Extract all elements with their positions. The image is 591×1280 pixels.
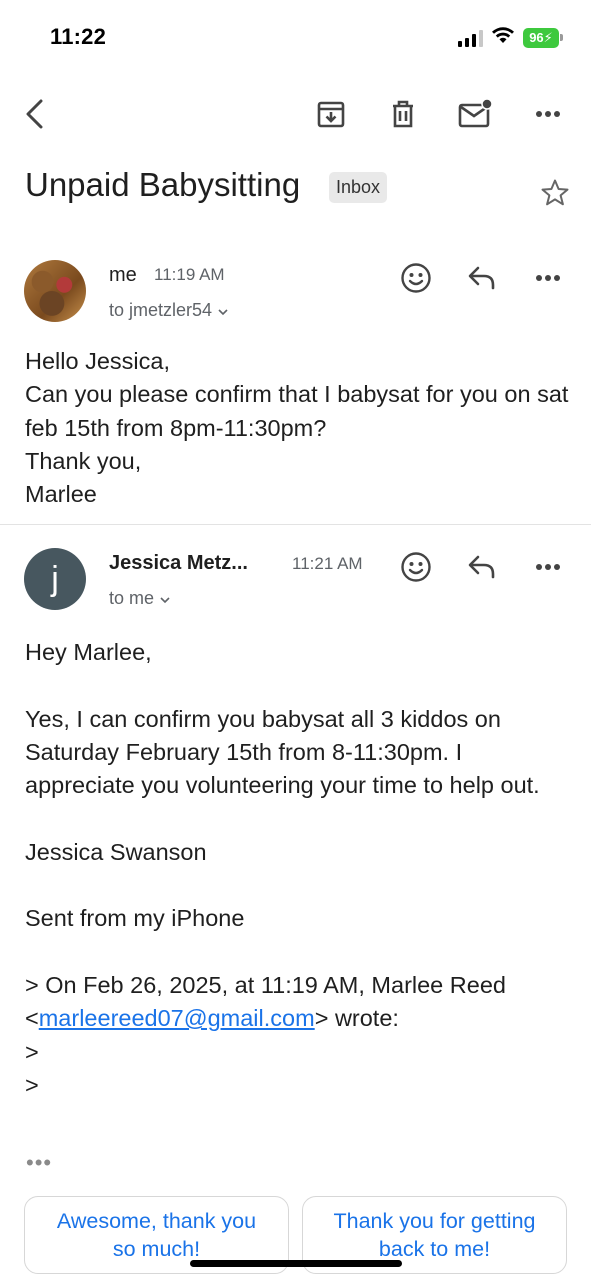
avatar[interactable]: j bbox=[24, 548, 86, 610]
message-more-icon[interactable] bbox=[526, 256, 570, 300]
message-divider bbox=[0, 524, 591, 525]
quoted-suffix: > wrote: bbox=[314, 1005, 399, 1032]
chevron-down-icon bbox=[159, 588, 171, 608]
recipient-details[interactable]: to me bbox=[109, 588, 171, 609]
sender-name: me bbox=[109, 264, 137, 286]
trash-icon[interactable] bbox=[381, 88, 425, 140]
quoted-line: > bbox=[25, 1071, 39, 1098]
star-icon[interactable] bbox=[540, 178, 570, 213]
avatar[interactable] bbox=[24, 260, 86, 322]
message-body: Hello Jessica, Can you please confirm th… bbox=[25, 345, 570, 511]
body-greeting: Hey Marlee, bbox=[25, 639, 152, 665]
back-arrow-icon[interactable] bbox=[12, 88, 56, 140]
reply-icon[interactable] bbox=[460, 545, 504, 589]
wifi-icon bbox=[491, 26, 515, 49]
body-line: Marlee bbox=[25, 481, 97, 508]
message-time: 11:21 AM bbox=[292, 554, 363, 573]
archive-icon[interactable] bbox=[309, 88, 353, 140]
email-link[interactable]: marleereed07@gmail.com bbox=[39, 1005, 315, 1031]
quoted-bracket-open: < bbox=[25, 1005, 39, 1032]
emoji-reaction-icon[interactable] bbox=[394, 545, 438, 589]
body-sent-from: Sent from my iPhone bbox=[25, 905, 245, 932]
message-body: Hey Marlee, Yes, I can confirm you babys… bbox=[25, 636, 570, 1102]
subject-row: Unpaid Babysitting Inbox bbox=[25, 166, 570, 216]
home-indicator bbox=[190, 1260, 402, 1267]
quoted-prefix: > On Feb 26, 2025, at 11:19 AM, Marlee R… bbox=[25, 971, 506, 998]
chevron-down-icon bbox=[217, 300, 229, 320]
sender-name: Jessica Metz... bbox=[109, 552, 248, 574]
recipient-text: to jmetzler54 bbox=[109, 300, 213, 320]
message-more-icon[interactable] bbox=[526, 545, 570, 589]
body-line: Thank you, bbox=[25, 447, 142, 474]
inbox-label-chip[interactable]: Inbox bbox=[329, 172, 388, 203]
reply-icon[interactable] bbox=[460, 256, 504, 300]
message-time: 11:19 AM bbox=[154, 265, 225, 284]
battery-level: 96 bbox=[529, 30, 544, 45]
email-subject: Unpaid Babysitting bbox=[25, 166, 301, 203]
quoted-line: > bbox=[25, 1038, 39, 1065]
body-line: Hello Jessica, bbox=[25, 348, 170, 374]
charging-bolt-icon: ⚡ bbox=[543, 29, 553, 45]
more-options-icon[interactable] bbox=[526, 88, 570, 140]
status-indicators: 96 ⚡ bbox=[458, 26, 563, 49]
quoted-header: > On Feb 26, 2025, at 11:19 AM, Marlee R… bbox=[25, 969, 570, 1036]
recipient-text: to me bbox=[109, 588, 155, 608]
mark-unread-icon[interactable] bbox=[453, 88, 497, 140]
body-signature: Jessica Swanson bbox=[25, 838, 207, 865]
emoji-reaction-icon[interactable] bbox=[394, 256, 438, 300]
message-toolbar bbox=[0, 88, 591, 140]
status-bar: 11:22 96 ⚡ bbox=[0, 0, 591, 72]
status-time: 11:22 bbox=[50, 24, 107, 49]
cellular-signal-icon bbox=[458, 29, 483, 47]
body-paragraph: Yes, I can confirm you babysat all 3 kid… bbox=[25, 705, 540, 799]
battery-icon: 96 ⚡ bbox=[523, 27, 563, 48]
recipient-details[interactable]: to jmetzler54 bbox=[109, 300, 229, 321]
show-trimmed-content-button[interactable]: ••• bbox=[26, 1150, 52, 1176]
body-line: Can you please confirm that I babysat fo… bbox=[25, 381, 569, 441]
